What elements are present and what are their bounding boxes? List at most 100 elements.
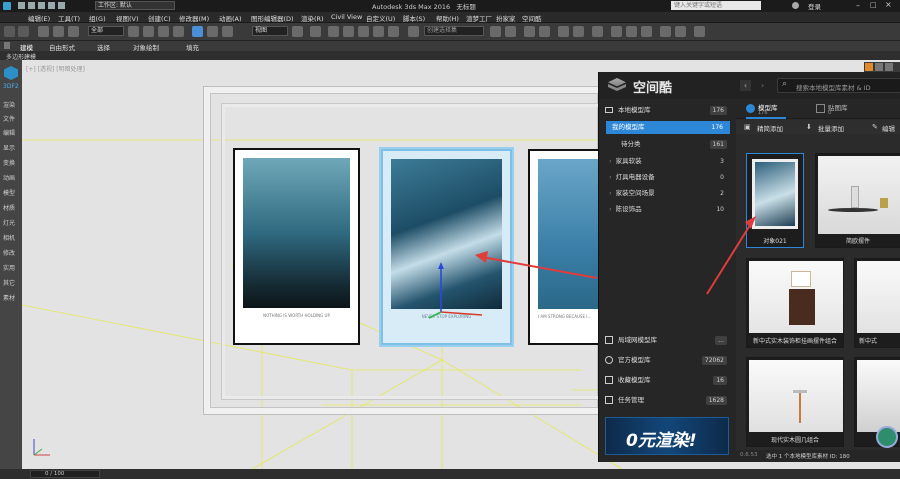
angle-snap-icon[interactable] [358, 26, 369, 37]
menu-bar: 编辑(E) 工具(T) 组(G) 视图(V) 创建(C) 修改器(M) 动画(A… [0, 12, 900, 23]
title-bar: 工作区: 默认 Autodesk 3ds Max 2016 无标题 键入关键字或… [0, 0, 900, 12]
annotation-arrow-2 [706, 216, 756, 295]
app-logo-icon[interactable] [3, 2, 11, 10]
render-online-icon[interactable] [694, 26, 705, 37]
app-title: Autodesk 3ds Max 2016 无标题 [372, 1, 476, 11]
menu-civil-view[interactable]: Civil View [331, 13, 362, 21]
help-search-input[interactable]: 键入关键字或短语 [671, 1, 761, 10]
mirror-icon[interactable] [490, 26, 501, 37]
menu-renderdream[interactable]: 渲梦工厂 [466, 13, 492, 23]
workspace-select[interactable]: 工作区: 默认 [95, 1, 175, 10]
link-icon[interactable] [38, 26, 49, 37]
menu-scripting[interactable]: 脚本(S) [403, 13, 425, 23]
menu-tools[interactable]: 工具(T) [58, 13, 80, 23]
sidebar-item-file[interactable]: 文件 [3, 114, 15, 123]
open-file-icon[interactable] [28, 2, 35, 9]
axis-tripod-icon [33, 439, 50, 456]
sidebar-item-modify[interactable]: 修改 [3, 248, 15, 257]
render-setup-icon[interactable] [611, 26, 622, 37]
left-command-bar: 3DF2 渲染 文件 编辑 显示 变换 动画 模型 材质 灯光 相机 修改 实用… [0, 60, 22, 479]
menu-view[interactable]: 视图(V) [116, 13, 139, 23]
new-file-icon[interactable] [18, 2, 25, 9]
render-cloud-icon[interactable] [660, 26, 671, 37]
select-manipulate-icon[interactable] [310, 26, 321, 37]
curve-editor-icon[interactable] [558, 26, 569, 37]
select-by-name-icon[interactable] [143, 26, 154, 37]
bind-spacewarp-icon[interactable] [68, 26, 79, 37]
sidebar-item-edit[interactable]: 编辑 [3, 128, 15, 137]
app-name: Autodesk 3ds Max 2016 [372, 3, 451, 11]
save-file-icon[interactable] [38, 2, 45, 9]
command-panel-tabs [864, 62, 900, 72]
minimize-icon[interactable]: – [856, 1, 860, 10]
edit-named-selection-icon[interactable] [408, 26, 419, 37]
spinner-snap-icon[interactable] [388, 26, 399, 37]
menu-group[interactable]: 组(G) [89, 13, 106, 23]
document-title: 无标题 [456, 3, 476, 11]
plugin-logo-icon[interactable] [4, 66, 18, 80]
material-editor-icon[interactable] [592, 26, 603, 37]
select-rotate-icon[interactable] [207, 26, 218, 37]
percent-snap-icon[interactable] [373, 26, 384, 37]
hierarchy-tab-icon[interactable] [885, 63, 893, 71]
keyboard-shortcut-icon[interactable] [328, 26, 339, 37]
unlink-icon[interactable] [53, 26, 64, 37]
rect-selection-icon[interactable] [158, 26, 169, 37]
sidebar-item-material[interactable]: 材质 [3, 203, 15, 212]
sidebar-item-3df2[interactable]: 3DF2 [3, 83, 19, 90]
sidebar-item-model[interactable]: 模型 [3, 188, 15, 197]
menu-rendering[interactable]: 渲染(R) [301, 13, 324, 23]
redo-icon[interactable] [58, 2, 65, 9]
layer-manager-icon[interactable] [524, 26, 535, 37]
menu-kongjianku[interactable]: 空间酷 [522, 13, 542, 23]
align-icon[interactable] [505, 26, 516, 37]
user-icon[interactable] [792, 2, 799, 9]
timeline-bar: 0 / 100 [0, 469, 900, 479]
login-link[interactable]: 登录 [808, 1, 821, 11]
create-tab-icon[interactable] [865, 63, 873, 71]
render-frame-icon[interactable] [626, 26, 637, 37]
sidebar-item-assets[interactable]: 素材 [3, 293, 15, 302]
snap-toggle-icon[interactable] [343, 26, 354, 37]
reference-coord-select[interactable]: 视图 [252, 26, 288, 36]
sidebar-item-camera[interactable]: 相机 [3, 233, 15, 242]
menu-graph-editors[interactable]: 图形编辑器(D) [251, 13, 294, 23]
undo-icon[interactable] [4, 26, 15, 37]
menu-banjiajia[interactable]: 扮家家 [496, 13, 516, 23]
select-scale-icon[interactable] [222, 26, 233, 37]
menu-help[interactable]: 帮助(H) [436, 13, 459, 23]
sidebar-item-display[interactable]: 显示 [3, 143, 15, 152]
render-production-icon[interactable] [641, 26, 652, 37]
select-object-icon[interactable] [128, 26, 139, 37]
ribbon-toggle-icon[interactable] [4, 42, 10, 49]
window-crossing-icon[interactable] [173, 26, 184, 37]
modify-tab-icon[interactable] [875, 63, 883, 71]
redo-icon[interactable] [18, 26, 29, 37]
main-toolbar: 全部 视图 创建选择集 [0, 23, 900, 40]
render-iterative-icon[interactable] [675, 26, 686, 37]
sidebar-item-utility[interactable]: 实用 [3, 263, 15, 272]
frame-counter: 0 / 100 [45, 471, 65, 477]
sidebar-item-render[interactable]: 渲染 [3, 100, 15, 109]
select-move-icon[interactable] [192, 26, 203, 37]
menu-customize[interactable]: 自定义(U) [366, 13, 395, 23]
sidebar-item-other[interactable]: 其它 [3, 278, 15, 287]
graphite-ribbon-icon[interactable] [539, 26, 550, 37]
schematic-view-icon[interactable] [573, 26, 584, 37]
sidebar-item-animation[interactable]: 动画 [3, 173, 15, 182]
menu-modifiers[interactable]: 修改器(M) [179, 13, 209, 23]
ribbon-tabs: 建模 自由形式 选择 对象绘制 填充 [0, 40, 900, 52]
maximize-icon[interactable]: □ [870, 1, 877, 9]
sidebar-item-light[interactable]: 灯光 [3, 218, 15, 227]
pivot-center-icon[interactable] [292, 26, 303, 37]
undo-icon[interactable] [48, 2, 55, 9]
close-icon[interactable]: × [885, 0, 892, 9]
named-selection-set-select[interactable]: 创建选择集 [424, 26, 484, 36]
selection-filter-select[interactable]: 全部 [88, 26, 124, 36]
menu-animation[interactable]: 动画(A) [219, 13, 242, 23]
menu-create[interactable]: 创建(C) [148, 13, 171, 23]
menu-edit[interactable]: 编辑(E) [28, 13, 50, 23]
time-slider[interactable]: 0 / 100 [30, 470, 100, 478]
quick-access-toolbar [18, 2, 68, 10]
sidebar-item-transform[interactable]: 变换 [3, 158, 15, 167]
